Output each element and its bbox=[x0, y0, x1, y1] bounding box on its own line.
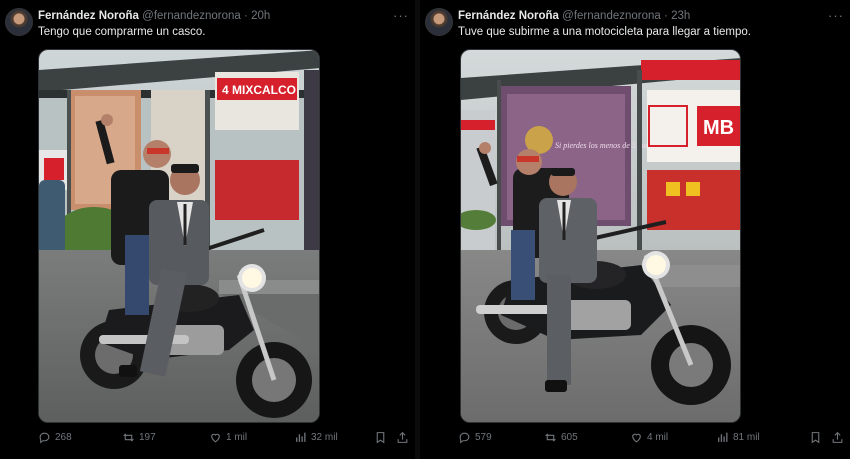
bookmark-icon bbox=[811, 432, 820, 444]
more-icon[interactable]: ··· bbox=[828, 8, 844, 23]
tweet-header: Fernández Noroña @fernandeznorona · 20h bbox=[38, 10, 407, 26]
author-handle[interactable]: @fernandeznorona bbox=[142, 10, 241, 22]
reply-count: 268 bbox=[55, 432, 72, 443]
view-count: 32 mil bbox=[311, 432, 338, 443]
bookmark-button[interactable] bbox=[809, 431, 822, 444]
repost-count: 197 bbox=[139, 432, 156, 443]
poster-text: Si pierdes los menos de 5 minutos bbox=[555, 141, 663, 150]
tweet[interactable]: Fernández Noroña @fernandeznorona · 23h … bbox=[420, 0, 850, 459]
bookmark-button[interactable] bbox=[374, 431, 387, 444]
tweet-photo[interactable]: Si pierdes los menos de 5 minutos MB bbox=[460, 49, 741, 423]
reply-button[interactable]: 579 bbox=[458, 431, 492, 444]
repost-button[interactable]: 605 bbox=[544, 431, 578, 444]
tweet-actions: 579 605 4 mil 81 mil bbox=[458, 431, 844, 449]
share-button[interactable] bbox=[396, 431, 409, 444]
reply-icon bbox=[39, 432, 50, 444]
avatar[interactable] bbox=[425, 8, 453, 36]
avatar[interactable] bbox=[5, 8, 33, 36]
tweet-actions: 268 197 1 mil 32 mil bbox=[38, 431, 409, 449]
like-icon bbox=[211, 433, 220, 443]
repost-button[interactable]: 197 bbox=[122, 431, 156, 444]
like-button[interactable]: 4 mil bbox=[630, 431, 668, 444]
repost-icon bbox=[545, 433, 556, 442]
tweet[interactable]: Fernández Noroña @fernandeznorona · 20h … bbox=[0, 0, 415, 459]
views-icon bbox=[718, 432, 728, 442]
reply-button[interactable]: 268 bbox=[38, 431, 72, 444]
station-sign: 4 MIXCALCO bbox=[222, 83, 296, 97]
share-icon bbox=[832, 431, 843, 443]
like-button[interactable]: 1 mil bbox=[209, 431, 247, 444]
motorcycle-photo: 4 MIXCALCO bbox=[39, 50, 319, 422]
views-button[interactable]: 81 mil bbox=[716, 431, 760, 444]
motorcycle-photo: Si pierdes los menos de 5 minutos MB bbox=[461, 50, 740, 422]
separator-dot: · bbox=[664, 10, 668, 22]
author-name[interactable]: Fernández Noroña bbox=[458, 10, 559, 22]
like-count: 4 mil bbox=[647, 432, 669, 443]
separator-dot: · bbox=[244, 10, 248, 22]
author-name[interactable]: Fernández Noroña bbox=[38, 10, 139, 22]
share-icon bbox=[397, 431, 408, 443]
reply-icon bbox=[459, 432, 470, 444]
timestamp[interactable]: 23h bbox=[671, 10, 690, 22]
repost-count: 605 bbox=[561, 432, 578, 443]
view-count: 81 mil bbox=[733, 432, 760, 443]
tweet-photo[interactable]: 4 MIXCALCO bbox=[38, 49, 320, 423]
timestamp[interactable]: 20h bbox=[251, 10, 270, 22]
more-icon[interactable]: ··· bbox=[393, 8, 409, 23]
tweet-text: Tengo que comprarme un casco. bbox=[38, 26, 206, 38]
tweet-text: Tuve que subirme a una motocicleta para … bbox=[458, 26, 751, 38]
tweet-header: Fernández Noroña @fernandeznorona · 23h bbox=[458, 10, 842, 26]
views-icon bbox=[296, 432, 306, 442]
like-icon bbox=[632, 433, 641, 443]
like-count: 1 mil bbox=[226, 432, 248, 443]
author-handle[interactable]: @fernandeznorona bbox=[562, 10, 661, 22]
reply-count: 579 bbox=[475, 432, 492, 443]
station-sign: MB bbox=[703, 117, 734, 139]
bookmark-icon bbox=[376, 432, 385, 444]
views-button[interactable]: 32 mil bbox=[294, 431, 338, 444]
repost-icon bbox=[123, 433, 134, 442]
share-button[interactable] bbox=[831, 431, 844, 444]
